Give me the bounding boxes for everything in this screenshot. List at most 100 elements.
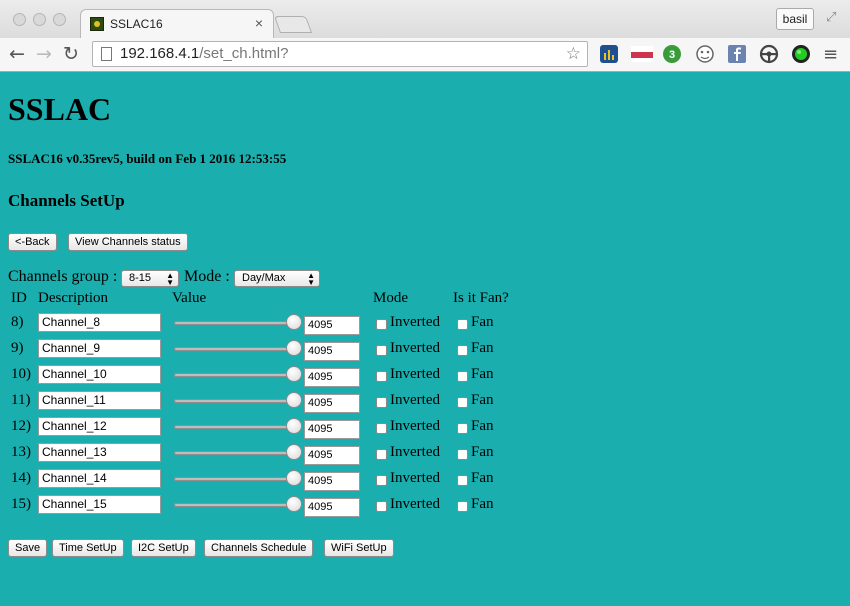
fan-label: Fan (471, 392, 494, 408)
channel-description-input[interactable]: Channel_12 (38, 417, 161, 436)
fan-checkbox[interactable] (457, 397, 468, 408)
fan-checkbox[interactable] (457, 319, 468, 330)
channel-description-input[interactable]: Channel_9 (38, 339, 161, 358)
javaee-extension-icon[interactable] (631, 44, 653, 64)
channel-value-input[interactable]: 4095 (304, 472, 360, 491)
channel-value-input[interactable]: 4095 (304, 420, 360, 439)
face-extension-icon[interactable] (695, 44, 715, 64)
channel-value-input[interactable]: 4095 (304, 394, 360, 413)
slider-thumb[interactable] (286, 496, 302, 512)
channel-value-slider[interactable] (174, 399, 294, 403)
menu-icon[interactable]: ≡ (823, 44, 838, 65)
fan-label: Fan (471, 444, 494, 460)
fan-checkbox[interactable] (457, 345, 468, 356)
inverted-label: Inverted (390, 418, 440, 434)
inverted-checkbox[interactable] (376, 449, 387, 460)
inverted-checkbox[interactable] (376, 345, 387, 356)
channel-value-slider[interactable] (174, 425, 294, 429)
fan-checkbox[interactable] (457, 475, 468, 486)
time-setup-button[interactable]: Time SetUp (52, 539, 124, 557)
channel-id: 10) (11, 366, 31, 382)
channel-value-input[interactable]: 4095 (304, 368, 360, 387)
channel-value-slider[interactable] (174, 321, 294, 325)
inverted-label: Inverted (390, 470, 440, 486)
bookmark-star-icon[interactable]: ☆ (566, 42, 581, 66)
slider-thumb[interactable] (286, 470, 302, 486)
slider-thumb[interactable] (286, 340, 302, 356)
channels-schedule-button[interactable]: Channels Schedule (204, 539, 314, 557)
channel-row: 9) Channel_9 4095 Inverted Fan (0, 338, 850, 361)
inverted-checkbox[interactable] (376, 501, 387, 512)
channel-description-input[interactable]: Channel_11 (38, 391, 161, 410)
channel-description-input[interactable]: Channel_14 (38, 469, 161, 488)
address-bar[interactable]: 192.168.4.1/set_ch.html? ☆ (92, 41, 588, 67)
fullscreen-icon[interactable]: ⤢ (826, 10, 836, 25)
chart-extension-icon[interactable] (599, 44, 619, 64)
select-arrows-icon: ▲ ▼ (166, 271, 174, 287)
channel-row: 13) Channel_13 4095 Inverted Fan (0, 442, 850, 465)
channel-value-input[interactable]: 4095 (304, 342, 360, 361)
inverted-checkbox[interactable] (376, 475, 387, 486)
forward-arrow-icon[interactable]: → (36, 43, 52, 65)
site-favicon-icon (90, 17, 104, 31)
fan-checkbox[interactable] (457, 423, 468, 434)
new-tab-button[interactable] (273, 16, 313, 33)
channel-value-slider[interactable] (174, 477, 294, 481)
url-host: 192.168.4.1 (120, 45, 200, 62)
inverted-checkbox[interactable] (376, 397, 387, 408)
select-arrows-icon: ▲ ▼ (307, 271, 315, 287)
back-button[interactable]: <-Back (8, 233, 57, 251)
back-arrow-icon[interactable]: ← (9, 43, 25, 65)
channel-row: 14) Channel_14 4095 Inverted Fan (0, 468, 850, 491)
profile-button[interactable]: basil (776, 8, 814, 30)
mode-select[interactable]: Day/Max ▲ ▼ (234, 270, 320, 287)
slider-thumb[interactable] (286, 366, 302, 382)
minimize-window-icon[interactable] (33, 13, 46, 26)
mode-label: Mode : (184, 268, 230, 285)
inverted-checkbox[interactable] (376, 319, 387, 330)
counter-extension-icon[interactable]: 3 (662, 44, 682, 64)
channel-description-input[interactable]: Channel_8 (38, 313, 161, 332)
column-header-description: Description (38, 290, 108, 306)
save-button[interactable]: Save (8, 539, 48, 557)
channel-value-slider[interactable] (174, 373, 294, 377)
slider-thumb[interactable] (286, 418, 302, 434)
reload-icon[interactable]: ↻ (63, 43, 79, 65)
channel-description-input[interactable]: Channel_15 (38, 495, 161, 514)
channel-value-input[interactable]: 4095 (304, 316, 360, 335)
browser-tab[interactable]: SSLAC16 × (80, 9, 274, 39)
steering-extension-icon[interactable] (759, 44, 779, 64)
channel-value-input[interactable]: 4095 (304, 446, 360, 465)
channel-value-slider[interactable] (174, 503, 294, 507)
slider-thumb[interactable] (286, 444, 302, 460)
fan-label: Fan (471, 418, 494, 434)
channel-value-slider[interactable] (174, 347, 294, 351)
channel-value-slider[interactable] (174, 451, 294, 455)
slider-thumb[interactable] (286, 314, 302, 330)
section-title: Channels SetUp (8, 191, 125, 210)
url-path: /set_ch.html? (199, 45, 289, 62)
fan-checkbox[interactable] (457, 449, 468, 460)
inverted-checkbox[interactable] (376, 423, 387, 434)
fan-label: Fan (471, 496, 494, 512)
channel-id: 8) (11, 314, 24, 330)
column-header-value: Value (172, 290, 207, 306)
channel-value-input[interactable]: 4095 (304, 498, 360, 517)
tab-close-icon[interactable]: × (255, 15, 263, 31)
channels-group-select[interactable]: 8-15 ▲ ▼ (121, 270, 179, 287)
column-header-id: ID (11, 290, 27, 306)
inverted-checkbox[interactable] (376, 371, 387, 382)
view-channels-status-button[interactable]: View Channels status (68, 233, 188, 251)
channel-description-input[interactable]: Channel_10 (38, 365, 161, 384)
green-dot-extension-icon[interactable] (791, 44, 811, 64)
i2c-setup-button[interactable]: I2C SetUp (131, 539, 196, 557)
channel-description-input[interactable]: Channel_13 (38, 443, 161, 462)
close-window-icon[interactable] (13, 13, 26, 26)
zoom-window-icon[interactable] (53, 13, 66, 26)
slider-thumb[interactable] (286, 392, 302, 408)
fan-checkbox[interactable] (457, 371, 468, 382)
wifi-setup-button[interactable]: WiFi SetUp (324, 539, 394, 557)
browser-toolbar: ← → ↻ 192.168.4.1/set_ch.html? ☆ 3 ≡ (0, 38, 850, 72)
facebook-extension-icon[interactable] (727, 44, 747, 64)
fan-checkbox[interactable] (457, 501, 468, 512)
